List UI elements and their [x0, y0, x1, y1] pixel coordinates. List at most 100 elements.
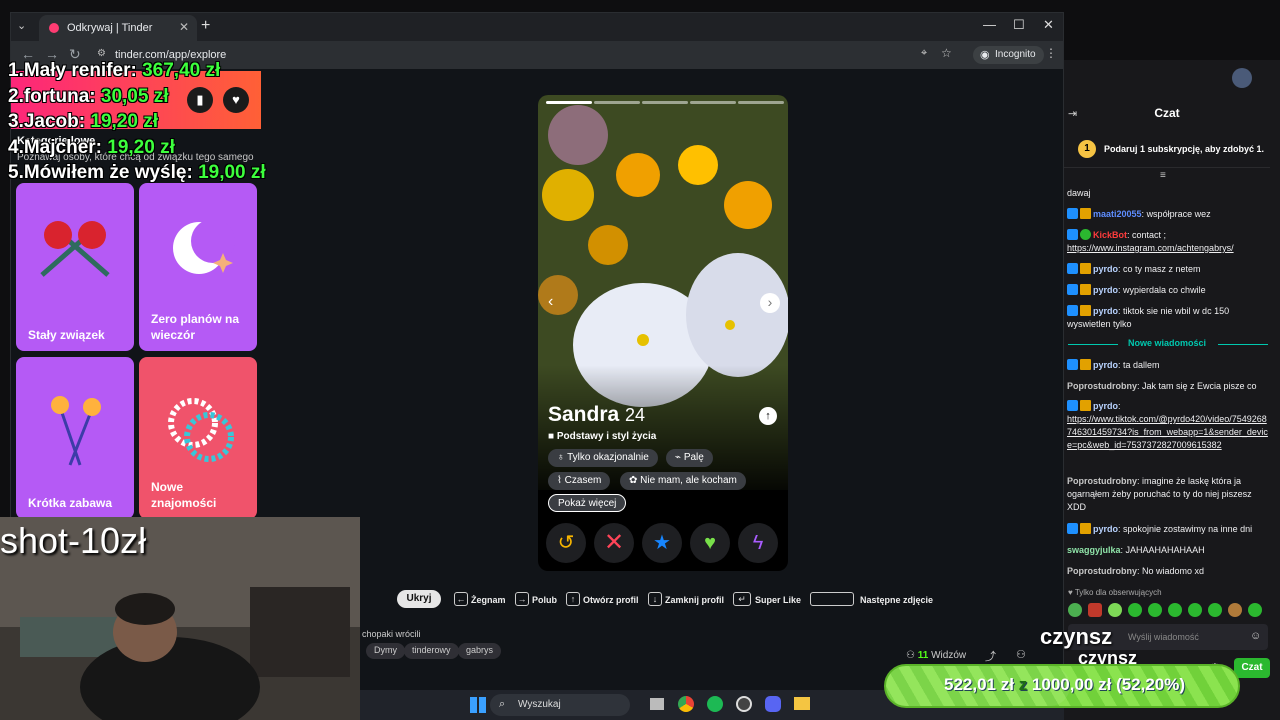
emoji-icon[interactable]: ☺: [1250, 630, 1261, 642]
folder-task-icon[interactable]: [794, 697, 810, 710]
chat-message: KickBot: contact ; https://www.instagram.…: [1067, 229, 1234, 253]
verified-badge-icon: [1067, 284, 1078, 295]
glass-icon: ♁: [557, 452, 568, 463]
leader-name: 5.Mówiłem że wyślę:: [8, 162, 193, 183]
new-tab-plus-icon[interactable]: +: [201, 17, 210, 35]
hide-shortcuts-button[interactable]: Ukryj: [397, 590, 441, 608]
message-link[interactable]: https://www.instagram.com/achtengabrys/: [1067, 243, 1234, 253]
prev-photo-chevron-icon[interactable]: ‹: [548, 293, 553, 311]
message-text: contact ;: [1132, 230, 1167, 240]
stream-tag[interactable]: tinderowy: [404, 643, 459, 659]
profile-chip: ⌁ Palę: [666, 449, 713, 467]
message-user[interactable]: Poprostudrobny: [1067, 566, 1137, 576]
sub-badge-icon: 1: [1078, 140, 1096, 158]
discord-task-icon[interactable]: [765, 696, 781, 712]
boost-bolt-icon[interactable]: ϟ: [738, 523, 778, 563]
spotify-task-icon[interactable]: [707, 696, 723, 712]
chip-label: Czasem: [564, 475, 602, 486]
weed-icon: ⌇: [557, 475, 565, 486]
profile-name: Sandra 24: [548, 403, 645, 427]
shortcut-nope: Żegnam: [471, 595, 506, 605]
message-user[interactable]: maati20055: [1093, 209, 1142, 219]
message-text: tiktok sie nie wbil w dc 150 wyswietlen …: [1067, 306, 1230, 329]
gift-sub-banner[interactable]: 1 Podaruj 1 subskrypcję, aby zdobyć 1.: [1064, 132, 1270, 168]
nope-x-icon[interactable]: ✕: [594, 523, 634, 563]
obs-task-icon[interactable]: [736, 696, 752, 712]
close-tab-icon[interactable]: ✕: [179, 20, 189, 34]
maximize-icon[interactable]: ☐: [1013, 17, 1025, 33]
emote-icon[interactable]: [1088, 603, 1102, 617]
emote-icon[interactable]: [1248, 603, 1262, 617]
stream-tag[interactable]: Dymy: [366, 643, 405, 659]
leader-name: 1.Mały renifer:: [8, 60, 137, 81]
windows-start-icon[interactable]: [470, 697, 486, 713]
crown-badge-icon: [1080, 359, 1091, 370]
close-window-icon[interactable]: ✕: [1043, 17, 1054, 33]
leader-amount: 19,00 zł: [198, 162, 266, 183]
emote-icon[interactable]: [1188, 603, 1202, 617]
message-user[interactable]: Poprostudrobny: [1067, 476, 1137, 486]
message-user[interactable]: pyrdo: [1093, 306, 1118, 316]
message-user[interactable]: pyrdo: [1093, 524, 1118, 534]
category-card-steady[interactable]: Stały związek: [16, 183, 134, 351]
chat-user-avatar[interactable]: [1232, 68, 1252, 88]
message-user[interactable]: swaggyjulka: [1067, 545, 1121, 555]
goal-percent: (52,20%): [1116, 675, 1186, 694]
category-card-short-fun[interactable]: Krótka zabawa: [16, 357, 134, 519]
message-text: spokojnie zostawimy na inne dni: [1123, 524, 1253, 534]
pinned-collapse-icon[interactable]: ≡: [1160, 170, 1166, 181]
minimize-icon[interactable]: —: [983, 17, 996, 32]
verified-badge-icon: [1067, 305, 1078, 316]
emote-icon[interactable]: [1128, 603, 1142, 617]
message-user[interactable]: pyrdo: [1093, 285, 1118, 295]
rewind-icon[interactable]: ↺: [546, 523, 586, 563]
leader-amount: 19,20 zł: [107, 136, 175, 158]
incognito-badge[interactable]: ◉ Incognito: [973, 46, 1044, 64]
photo-progress-bar: [738, 101, 784, 104]
tab-tinder[interactable]: Odkrywaj | Tinder ✕: [39, 15, 197, 41]
emote-icon[interactable]: [1208, 603, 1222, 617]
new-messages-divider: Nowe wiadomości: [1064, 338, 1270, 350]
share-icon[interactable]: ⤴: [985, 648, 996, 664]
chat-send-button[interactable]: Czat: [1234, 658, 1270, 678]
expand-profile-arrow-icon[interactable]: ↑: [759, 407, 777, 425]
category-card-no-plans[interactable]: Zero planów na wieczór: [139, 183, 257, 351]
show-more-button[interactable]: Pokaż więcej: [548, 494, 627, 512]
next-photo-chevron-icon[interactable]: ›: [760, 293, 780, 313]
leaderboard-row: 4.Majcher: 19,20 zł: [8, 135, 266, 161]
category-card-new-friends[interactable]: Nowe znajomości: [139, 357, 257, 519]
file-explorer-task-icon[interactable]: [650, 698, 664, 710]
leaderboard-row: 2.fortuna: 30,05 zł: [8, 84, 266, 110]
chip-label: Tylko okazjonalnie: [567, 452, 649, 463]
like-heart-icon[interactable]: ♥: [690, 523, 730, 563]
leader-amount: 19,20 zł: [90, 111, 158, 132]
chrome-task-icon[interactable]: [678, 696, 694, 712]
chat-message: Poprostudrobny: Jak tam się z Ewcia pisz…: [1067, 381, 1257, 391]
emote-icon[interactable]: [1108, 603, 1122, 617]
message-user[interactable]: pyrdo: [1093, 264, 1118, 274]
message-link[interactable]: https://www.tiktok.com/@pyrdo420/video/7…: [1067, 414, 1268, 450]
location-icon[interactable]: ⌖: [921, 47, 927, 60]
message-user[interactable]: pyrdo: [1093, 401, 1118, 411]
emote-icon[interactable]: [1168, 603, 1182, 617]
taskbar-search-input[interactable]: ⌕ Wyszukaj: [490, 694, 630, 716]
message-user[interactable]: KickBot: [1093, 230, 1127, 240]
photo-progress-bar: [546, 101, 592, 104]
tab-bar: ⌄ Odkrywaj | Tinder ✕ + — ☐ ✕: [11, 13, 1063, 41]
message-user[interactable]: pyrdo: [1093, 360, 1118, 370]
tab-search-icon[interactable]: ⌄: [17, 19, 26, 32]
new-messages-label: Nowe wiadomości: [1127, 338, 1207, 348]
profile-card[interactable]: ‹ › Sandra 24 ↑ ■ Podstawy i styl życia …: [538, 95, 788, 571]
bookmark-star-icon[interactable]: ☆: [941, 46, 952, 60]
follow-user-icon[interactable]: ⚇: [1016, 648, 1026, 661]
stream-tag[interactable]: gabrys: [458, 643, 502, 659]
browser-menu-icon[interactable]: ⋮: [1045, 46, 1057, 60]
super-like-star-icon[interactable]: ★: [642, 523, 682, 563]
emote-icon[interactable]: [1148, 603, 1162, 617]
profile-info-text: Podstawy i styl życia: [556, 431, 657, 442]
message-user[interactable]: Poprostudrobny: [1067, 381, 1137, 391]
crown-badge-icon: [1080, 208, 1091, 219]
emote-icon[interactable]: [1228, 603, 1242, 617]
stream-title: chopaki wrócili: [362, 629, 421, 639]
emote-icon[interactable]: [1068, 603, 1082, 617]
